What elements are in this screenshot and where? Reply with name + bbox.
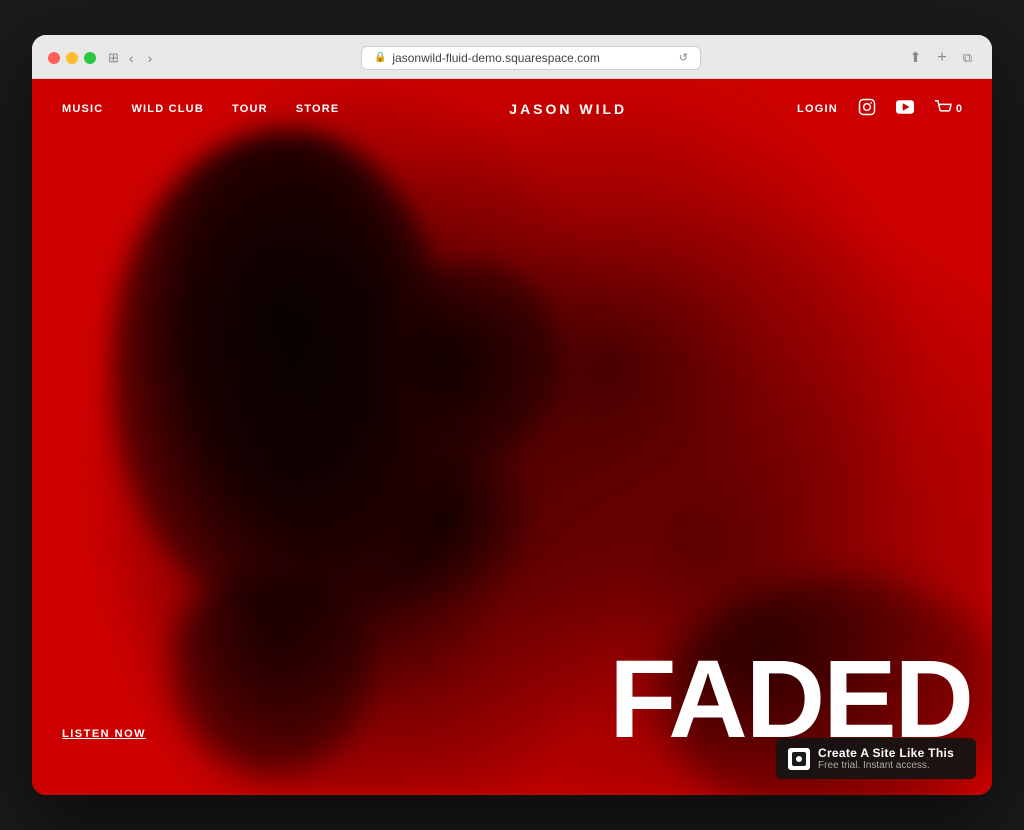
- squarespace-logo: [788, 748, 810, 770]
- nav-left: MUSIC WILD CLUB TOUR STORE: [62, 103, 339, 115]
- cart-button[interactable]: 0: [934, 100, 962, 119]
- nav-right: LOGIN: [797, 98, 962, 121]
- browser-chrome: ⊞ ‹ › 🔒 jasonwild-fluid-demo.squarespace…: [32, 35, 992, 79]
- squarespace-logo-inner: [792, 752, 806, 766]
- lock-icon: 🔒: [374, 52, 386, 63]
- cart-icon: [934, 100, 952, 119]
- nav-store[interactable]: STORE: [296, 103, 340, 115]
- close-button[interactable]: [48, 52, 60, 64]
- squarespace-badge-subtitle: Free trial. Instant access.: [818, 760, 954, 771]
- browser-controls: ⊞ ‹ ›: [108, 48, 156, 68]
- nav-login[interactable]: LOGIN: [797, 103, 838, 115]
- nav-center: JASON WILD: [339, 101, 797, 117]
- new-tab-button[interactable]: +: [933, 47, 950, 69]
- squarespace-badge[interactable]: Create A Site Like This Free trial. Inst…: [776, 738, 976, 779]
- url-text: jasonwild-fluid-demo.squarespace.com: [392, 51, 599, 65]
- ear-shape: [382, 259, 562, 459]
- address-bar-container: 🔒 jasonwild-fluid-demo.squarespace.com ↺: [168, 46, 893, 70]
- youtube-icon[interactable]: [896, 100, 914, 119]
- maximize-button[interactable]: [84, 52, 96, 64]
- listen-now-link[interactable]: LISTEN NOW: [62, 728, 146, 740]
- back-button[interactable]: ‹: [125, 48, 138, 68]
- cart-count: 0: [956, 103, 962, 115]
- squarespace-badge-title: Create A Site Like This: [818, 746, 954, 760]
- squarespace-badge-text: Create A Site Like This Free trial. Inst…: [818, 746, 954, 771]
- nav-tour[interactable]: TOUR: [232, 103, 268, 115]
- share-button[interactable]: ⬆: [906, 47, 926, 68]
- minimize-button[interactable]: [66, 52, 78, 64]
- instagram-icon[interactable]: [858, 98, 876, 121]
- website-content: MUSIC WILD CLUB TOUR STORE JASON WILD LO…: [32, 79, 992, 795]
- nav-wildclub[interactable]: WILD CLUB: [131, 103, 204, 115]
- tabs-button[interactable]: ⧉: [959, 48, 976, 68]
- site-title: JASON WILD: [509, 101, 627, 117]
- neck-shape: [172, 575, 372, 775]
- nav-music[interactable]: MUSIC: [62, 103, 103, 115]
- reload-icon[interactable]: ↺: [679, 51, 688, 64]
- sidebar-toggle-button[interactable]: ⊞: [108, 50, 119, 66]
- address-bar[interactable]: 🔒 jasonwild-fluid-demo.squarespace.com ↺: [361, 46, 701, 70]
- forward-button[interactable]: ›: [144, 48, 157, 68]
- browser-window: ⊞ ‹ › 🔒 jasonwild-fluid-demo.squarespace…: [32, 35, 992, 795]
- browser-right-buttons: ⬆ + ⧉: [906, 47, 976, 69]
- squarespace-logo-dot: [796, 756, 802, 762]
- traffic-lights: [48, 52, 96, 64]
- main-nav: MUSIC WILD CLUB TOUR STORE JASON WILD LO…: [32, 79, 992, 139]
